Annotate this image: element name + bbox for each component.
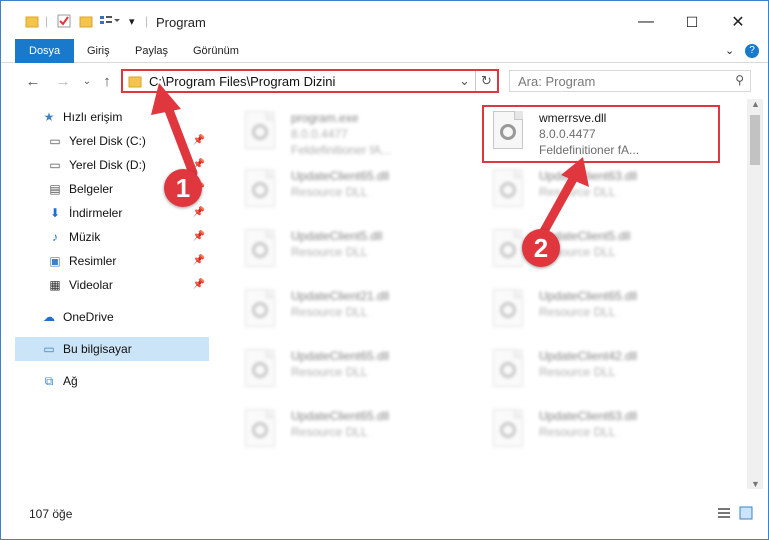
arrow-2 (538, 157, 589, 238)
annotation-badge-1: 1 (164, 169, 202, 207)
arrow-1 (151, 83, 198, 178)
annotation-badge-2: 2 (522, 229, 560, 267)
file-explorer-window: | ▾ | Program — ☐ ✕ Dosya Giriş Paylaş G… (0, 0, 769, 540)
annotation-arrows (151, 83, 589, 238)
